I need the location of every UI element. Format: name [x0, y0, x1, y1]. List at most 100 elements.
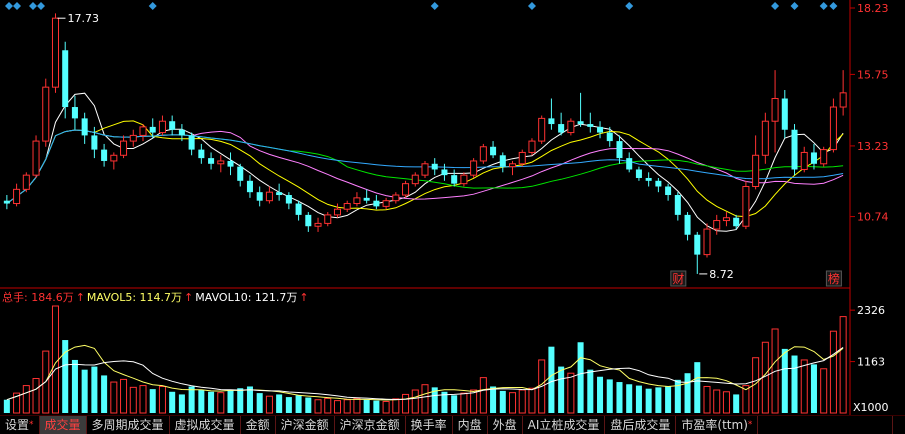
indicator-tab[interactable]: 换手率 [406, 416, 453, 434]
candle[interactable] [829, 98, 837, 153]
candle[interactable] [101, 143, 108, 167]
volume-bar[interactable] [158, 385, 166, 414]
candle[interactable] [441, 163, 448, 181]
candle[interactable] [528, 138, 536, 156]
event-diamond-icon[interactable] [430, 2, 439, 10]
candle[interactable] [198, 143, 205, 164]
volume-bar[interactable] [606, 379, 613, 413]
volume-bar[interactable] [81, 369, 88, 413]
volume-bar[interactable] [597, 376, 604, 413]
volume-bar[interactable] [694, 362, 701, 413]
volume-bar[interactable] [421, 384, 429, 414]
volume-bar[interactable] [665, 386, 672, 413]
candle[interactable] [169, 115, 176, 136]
candle[interactable] [800, 146, 808, 173]
candle[interactable] [694, 231, 701, 274]
candle[interactable] [227, 152, 234, 176]
candle[interactable] [3, 195, 10, 210]
candle[interactable] [771, 70, 779, 153]
volume-bar[interactable] [684, 373, 691, 413]
candle[interactable] [314, 217, 322, 232]
candle[interactable] [382, 197, 390, 210]
kline-chart[interactable]: 17.73 8.72 财 榜 18.23 15.75 13.23 10.74 2326 1163… [0, 0, 905, 433]
volume-bar[interactable] [810, 364, 817, 413]
candle[interactable] [713, 214, 721, 235]
indicator-tab[interactable]: AI立桩成交量 [523, 416, 606, 434]
candle[interactable] [188, 132, 195, 156]
candlesticks[interactable] [3, 13, 847, 274]
volume-bar[interactable] [120, 378, 128, 414]
volume-bar[interactable] [616, 382, 623, 413]
candle[interactable] [645, 172, 652, 187]
candle[interactable] [606, 126, 613, 147]
event-diamond-icon[interactable] [790, 2, 799, 10]
indicator-tab[interactable]: 沪深京金额 [335, 416, 406, 434]
candle[interactable] [791, 124, 798, 176]
volume-bar[interactable] [314, 399, 322, 414]
candle[interactable] [285, 192, 292, 210]
candle[interactable] [518, 149, 526, 167]
candle[interactable] [558, 112, 565, 136]
volume-bar[interactable] [333, 400, 341, 414]
volume-bar[interactable] [499, 390, 506, 413]
candle[interactable] [490, 141, 497, 159]
candle[interactable] [839, 70, 847, 116]
volume-bar[interactable] [548, 346, 555, 413]
candle[interactable] [305, 212, 312, 232]
candle[interactable] [421, 160, 429, 178]
candle[interactable] [81, 112, 88, 144]
volume-bar[interactable] [101, 375, 108, 413]
volume-bar[interactable] [528, 387, 536, 414]
indicator-tab[interactable]: 内盘 [453, 416, 488, 434]
candle[interactable] [411, 172, 419, 187]
candle[interactable] [781, 89, 788, 139]
candle[interactable] [32, 135, 40, 178]
candle[interactable] [674, 192, 681, 221]
volume-bar[interactable] [217, 392, 225, 414]
candle[interactable] [742, 180, 750, 230]
candle[interactable] [295, 200, 302, 221]
event-diamond-icon[interactable] [5, 2, 13, 10]
volume-bar[interactable] [285, 397, 292, 413]
volume-bar[interactable] [129, 386, 137, 414]
volume-bar[interactable] [343, 399, 351, 414]
volume-bar[interactable] [110, 381, 118, 414]
volume-bar[interactable] [71, 359, 78, 413]
volume-bar[interactable] [91, 366, 98, 413]
candle[interactable] [587, 112, 594, 133]
candle[interactable] [538, 115, 546, 144]
volume-bar[interactable] [820, 368, 828, 414]
candle[interactable] [761, 112, 769, 164]
candle[interactable] [509, 160, 517, 176]
candle[interactable] [479, 143, 487, 164]
candle[interactable] [655, 177, 662, 193]
candle[interactable] [276, 183, 283, 201]
volume-bar[interactable] [256, 393, 263, 413]
volume-bar[interactable] [411, 389, 419, 414]
candle[interactable] [460, 172, 468, 187]
volume-bar[interactable] [781, 348, 788, 413]
candle[interactable] [353, 192, 361, 207]
candle[interactable] [363, 189, 370, 204]
candle[interactable] [62, 41, 69, 119]
volume-bar[interactable] [402, 393, 410, 414]
candle[interactable] [237, 163, 244, 187]
indicator-tab[interactable]: 沪深金额 [276, 416, 335, 434]
volume-bar[interactable] [227, 390, 234, 413]
volume-bar[interactable] [587, 369, 594, 413]
indicator-tab[interactable]: 虚拟成交量 [170, 416, 241, 434]
event-diamond-icon[interactable] [148, 2, 157, 10]
volume-bar[interactable] [363, 399, 370, 413]
indicator-tab[interactable]: 市盈率(ttm)* [676, 416, 759, 434]
candle[interactable] [567, 118, 575, 136]
volume-bar[interactable] [509, 392, 517, 414]
candle[interactable] [13, 183, 21, 207]
candle[interactable] [431, 158, 438, 176]
candle[interactable] [256, 186, 263, 207]
volume-bar[interactable] [392, 398, 400, 414]
volume-bar[interactable] [305, 397, 312, 413]
volume-bar[interactable] [703, 385, 711, 414]
candle[interactable] [402, 180, 410, 198]
volume-bar[interactable] [839, 316, 847, 414]
candle[interactable] [810, 143, 817, 170]
